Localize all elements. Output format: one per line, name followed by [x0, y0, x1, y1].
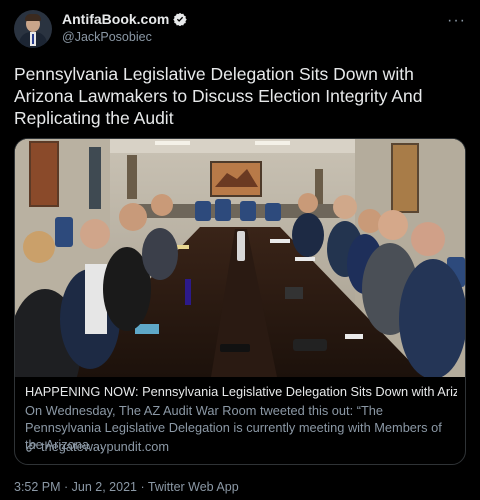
profile-avatar[interactable]	[14, 10, 52, 48]
user-handle[interactable]: @JackPosobiec	[62, 30, 187, 44]
link-domain-text: thegatewaypundit.com	[41, 439, 170, 454]
tweet-header: AntifaBook.com @JackPosobiec ···	[14, 10, 466, 50]
link-card-title[interactable]: HAPPENING NOW: Pennsylvania Legislative …	[25, 384, 457, 399]
meeting-photo	[15, 139, 465, 377]
link-icon	[26, 441, 36, 452]
display-name[interactable]: AntifaBook.com	[62, 11, 169, 27]
ellipsis-icon[interactable]: ···	[447, 12, 466, 30]
link-card[interactable]: HAPPENING NOW: Pennsylvania Legislative …	[14, 138, 466, 465]
tweet-text: Pennsylvania Legislative Delegation Sits…	[14, 64, 423, 128]
author-info: AntifaBook.com @JackPosobiec	[62, 11, 188, 44]
tweet-timestamp[interactable]: 3:52 PM · Jun 2, 2021 · Twitter Web App	[14, 480, 239, 494]
verified-badge-icon	[173, 12, 188, 26]
link-card-domain[interactable]: thegatewaypundit.com	[25, 439, 169, 454]
